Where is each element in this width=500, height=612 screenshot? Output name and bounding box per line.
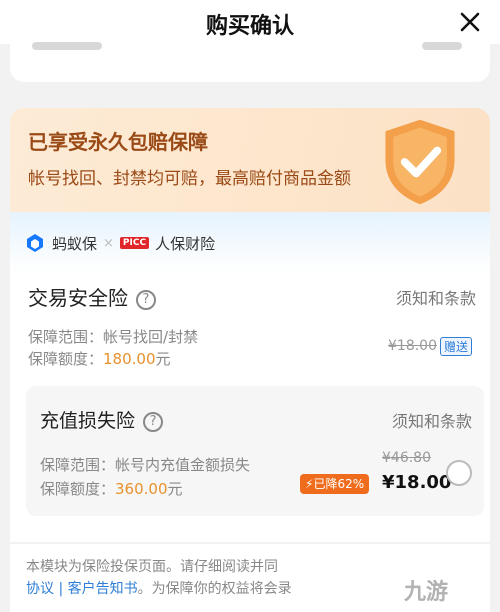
insurance1-name: 交易安全险 [28,286,128,310]
insurance2-price: ¥18.00 [382,472,452,493]
guarantee-banner: 已享受永久包赔保障 帐号找回、封禁均可赔，最高赔付商品金额 [10,108,490,218]
scope-value: 帐号找回/封禁 [103,328,199,346]
ant-brand-label: 蚂蚁保 [52,234,98,253]
footer-links: 协议 | 客户告知书。为保障你的权益将会录 [26,578,292,598]
scope-value: 帐号内充值金额损失 [115,456,251,474]
insurance2-terms-link[interactable]: 须知和条款 [392,408,472,432]
panel-header: 蚂蚁保 × PICC 人保财险 [10,212,490,272]
amount-label: 保障额度： [40,480,116,498]
scope-label: 保障范围： [40,456,116,474]
cropped-text [32,42,102,50]
scope-label: 保障范围： [28,328,104,346]
help-icon[interactable]: ? [136,290,156,310]
insurer-brands: 蚂蚁保 × PICC 人保财险 [24,232,215,254]
ant-insurance-icon [27,234,43,252]
insurance2-original-price: ¥46.80 [382,450,431,466]
insurance2-name: 充值损失险 [40,410,136,432]
insurance2-card[interactable]: 充值损失险? 须知和条款 保障范围：帐号内充值金额损失 保障额度：360.00元… [26,386,484,516]
help-icon[interactable]: ? [143,412,164,432]
picc-logo: PICC [119,237,150,249]
amount-label: 保障额度： [28,350,104,368]
gift-badge: 赠送 [440,337,473,356]
watermark: 九游 [404,580,449,605]
insurance2-amount: 保障额度：360.00元 [40,478,183,499]
agreement-link[interactable]: 协议 [26,581,54,597]
previous-card-remnant [10,36,490,82]
banner-subtitle: 帐号找回、封禁均可赔，最高赔付商品金额 [28,169,351,189]
cropped-text [422,42,462,50]
brand-separator: × [103,235,114,251]
discount-badge: ⚡已降62% [300,474,370,494]
insurance1-terms-link[interactable]: 须知和条款 [396,285,476,309]
banner-title: 已享受永久包赔保障 [28,130,208,154]
shield-check-icon [385,119,455,205]
amount-unit: 元 [155,350,171,368]
footer-text-rest: 。为保障你的权益将会录 [137,581,292,597]
footer-text: 本模块为保险投保页面。请仔细阅读并同 [26,559,278,575]
insurance1-title: 交易安全险? [28,282,156,311]
link-separator: | [54,581,68,597]
customer-notice-link[interactable]: 客户告知书 [68,581,138,597]
amount-value: 180.00 [103,350,156,368]
insurance2-select-radio[interactable] [446,460,472,486]
insurance1-scope: 保障范围：帐号找回/封禁 [28,326,198,347]
insurance1-amount: 保障额度：180.00元 [28,348,171,369]
close-icon[interactable] [456,8,484,36]
insurance2-title: 充值损失险? [40,406,164,433]
picc-brand-label: 人保财险 [155,234,216,253]
insurance2-scope: 保障范围：帐号内充值金额损失 [40,454,250,475]
amount-value: 360.00 [115,480,168,498]
discount-label: 已降62% [313,477,365,491]
amount-unit: 元 [167,480,183,498]
insurance1-original-price: ¥18.00 [388,338,437,354]
